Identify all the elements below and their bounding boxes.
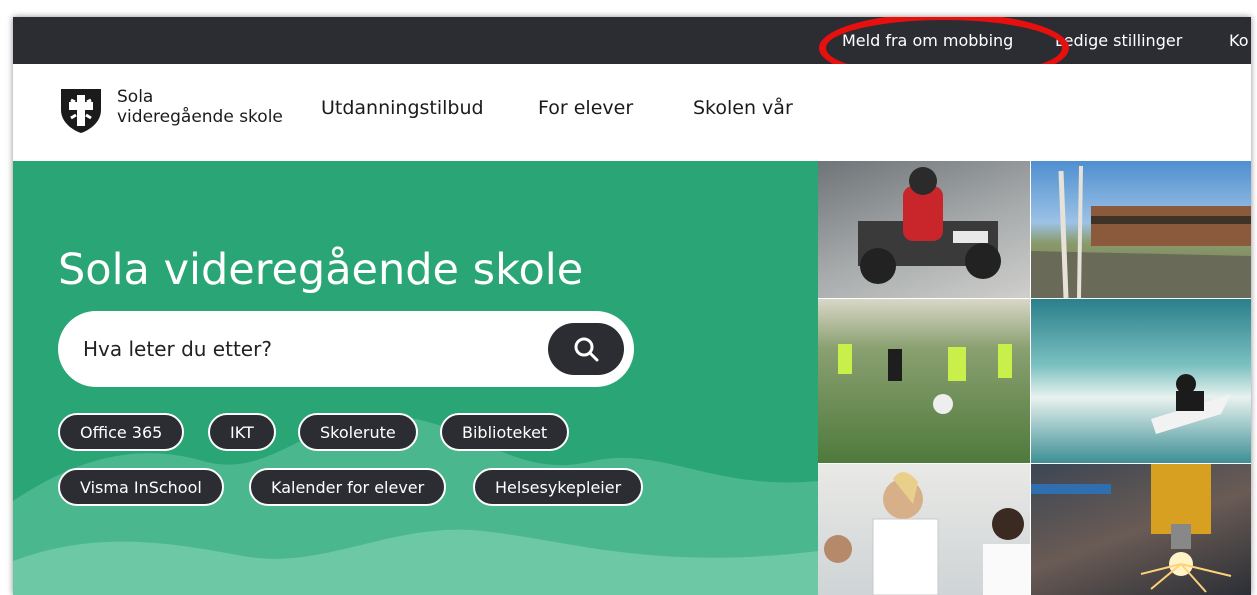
photo-surfing[interactable] bbox=[1031, 299, 1251, 463]
main-header: Sola videregående skole Utdanningstilbud… bbox=[13, 64, 1251, 161]
hero-section: Sola videregående skole Hva leter du ett… bbox=[13, 161, 818, 595]
search-input[interactable]: Hva leter du etter? bbox=[83, 337, 272, 361]
nav-for-elever[interactable]: For elever bbox=[538, 97, 633, 119]
photo-go-kart[interactable] bbox=[818, 161, 1030, 298]
photo-school-building[interactable] bbox=[1031, 161, 1251, 298]
nav-utdanningstilbud[interactable]: Utdanningstilbud bbox=[321, 97, 484, 119]
logo-text[interactable]: Sola videregående skole bbox=[117, 87, 283, 127]
search-icon bbox=[574, 337, 599, 362]
quicklink-kalender-for-elever[interactable]: Kalender for elever bbox=[249, 468, 447, 506]
logo-line-2: videregående skole bbox=[117, 107, 283, 127]
photo-grid bbox=[818, 161, 1251, 595]
quicklink-biblioteket[interactable]: Biblioteket bbox=[440, 413, 570, 451]
school-shield-logo-icon[interactable] bbox=[60, 88, 102, 134]
nav-skolen-var[interactable]: Skolen vår bbox=[693, 97, 793, 119]
search-box[interactable]: Hva leter du etter? bbox=[58, 311, 634, 387]
contact-link[interactable]: Ko bbox=[1229, 17, 1248, 64]
top-bar: Meld fra om mobbing Ledige stillinger Ko bbox=[13, 17, 1251, 64]
quicklink-ikt[interactable]: IKT bbox=[208, 413, 276, 451]
browser-page: Meld fra om mobbing Ledige stillinger Ko… bbox=[13, 17, 1251, 595]
search-button[interactable] bbox=[548, 323, 624, 375]
report-bullying-link[interactable]: Meld fra om mobbing bbox=[842, 17, 1013, 64]
photo-science-class[interactable] bbox=[818, 464, 1030, 595]
quicklink-office-365[interactable]: Office 365 bbox=[58, 413, 185, 451]
quicklink-helsesykepleier[interactable]: Helsesykepleier bbox=[473, 468, 644, 506]
quicklink-visma-inschool[interactable]: Visma InSchool bbox=[58, 468, 224, 506]
page-title: Sola videregående skole bbox=[58, 245, 584, 295]
quicklink-skolerute[interactable]: Skolerute bbox=[298, 413, 418, 451]
job-vacancies-link[interactable]: Ledige stillinger bbox=[1055, 17, 1182, 64]
photo-football-practice[interactable] bbox=[818, 299, 1030, 463]
logo-line-1: Sola bbox=[117, 87, 154, 107]
photo-metal-cutting[interactable] bbox=[1031, 464, 1251, 595]
